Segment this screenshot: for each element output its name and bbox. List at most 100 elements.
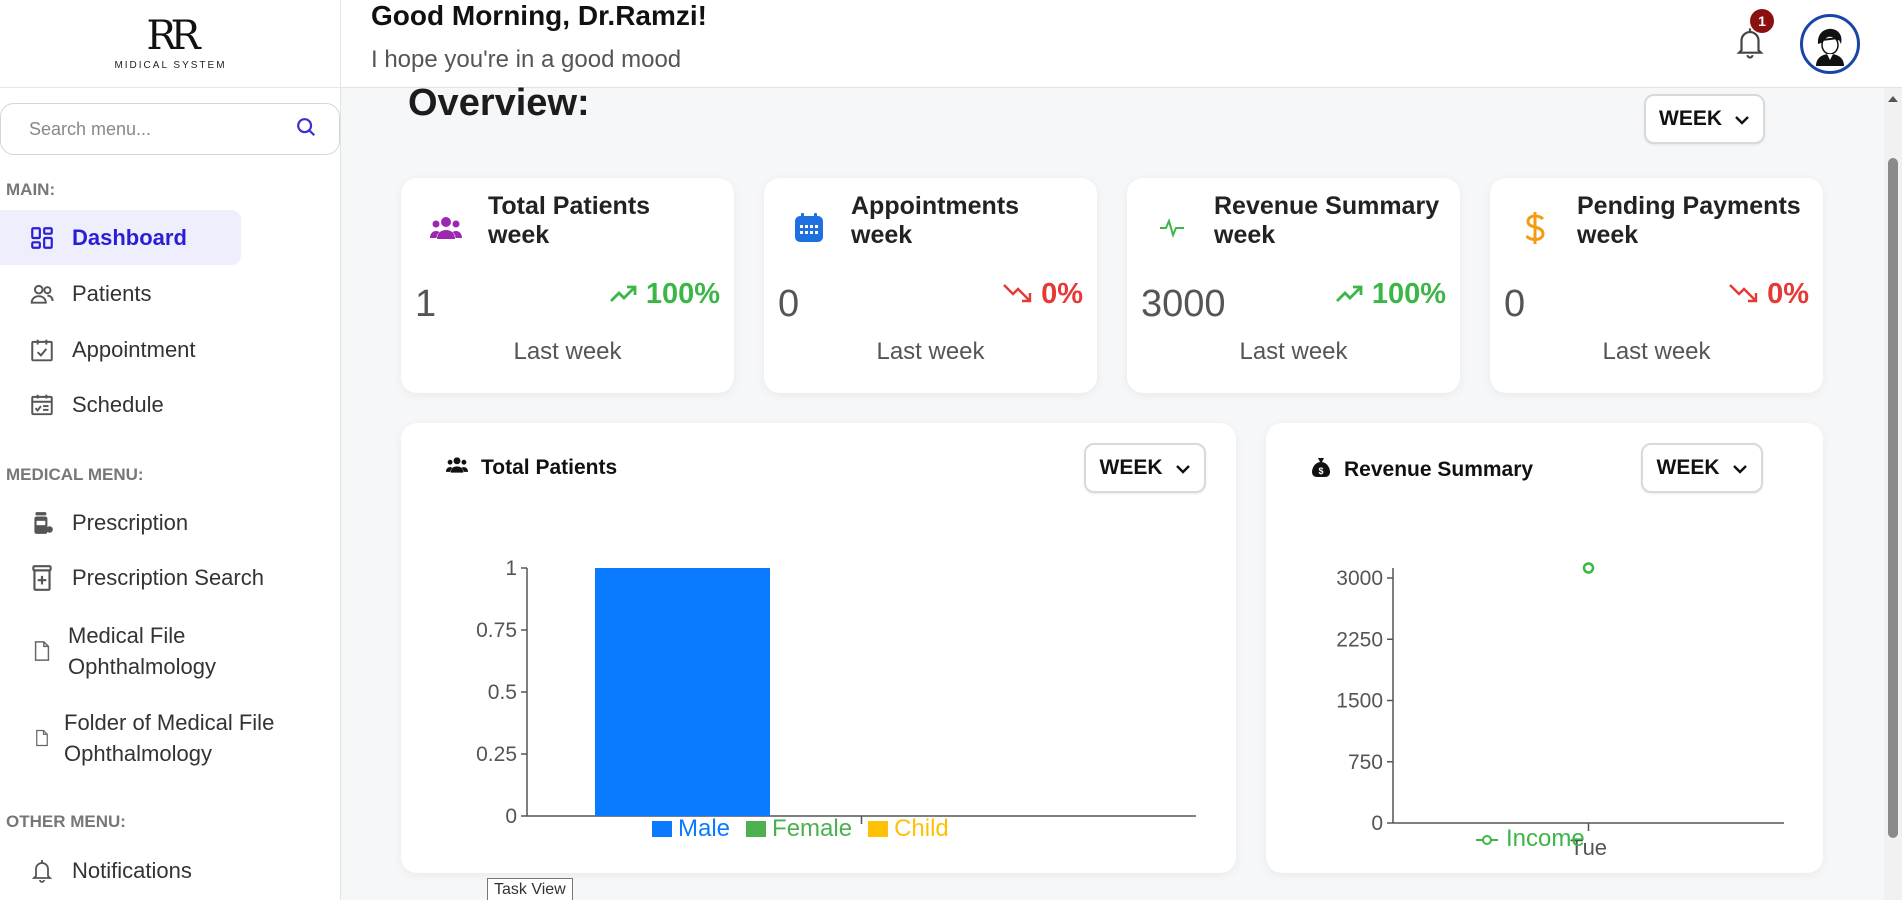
sidebar-item-label: Schedule [72, 392, 164, 417]
notification-badge: 1 [1750, 9, 1774, 33]
y-tick-label: 0 [505, 805, 517, 828]
legend-item-male[interactable]: Male [652, 815, 730, 843]
file-icon [28, 724, 56, 752]
y-tick-label: 0.5 [488, 681, 517, 704]
y-tick-label: 1500 [1336, 690, 1383, 713]
sidebar-item-label: Appointment [72, 337, 196, 362]
trend-down-icon [1729, 278, 1759, 311]
section-other-heading: OTHER MENU: [6, 812, 126, 831]
stat-card-revenue: Revenue Summary week 3000 100% Last week [1127, 178, 1460, 393]
sidebar-item-label: Prescription Search [72, 565, 264, 590]
trend-up-icon [609, 278, 638, 311]
sidebar-item-label: Patients [72, 281, 152, 306]
stat-footer: Last week [876, 338, 985, 365]
pill-bottle-icon [28, 509, 56, 537]
avatar[interactable] [1800, 14, 1860, 74]
logo-subtitle: MIDICAL SYSTEM [114, 60, 227, 71]
sidebar-item-label: Prescription [72, 510, 189, 535]
sidebar-item-label: Medical File [68, 623, 186, 648]
sidebar: RR MIDICAL SYSTEM MAIN: Dashboard Patien… [0, 0, 341, 900]
stat-footer: Last week [1602, 338, 1711, 365]
legend-label: Child [894, 815, 949, 842]
sidebar-item-folder-medical-file[interactable]: Folder of Medical File Ophthalmology [28, 707, 274, 769]
y-tick-label: 2250 [1336, 628, 1383, 651]
sidebar-item-notifications[interactable]: Notifications [28, 857, 192, 885]
trend-up-icon [1335, 278, 1364, 311]
legend-label: Male [678, 815, 731, 842]
revenue-line-chart: 0750150022503000Tue [1336, 562, 1784, 860]
stat-value: 0 [1504, 283, 1526, 325]
stat-change: 100% [609, 278, 720, 311]
revenue-chart-legend[interactable]: Income [1476, 825, 1585, 853]
sidebar-item-patients[interactable]: Patients [28, 280, 152, 308]
top-header: Good Morning, Dr.Ramzi! I hope you're in… [341, 0, 1902, 88]
revenue-summary-chart-card: $ Revenue Summary WEEK 0 750 1500 2250 3000 T… [1266, 423, 1823, 873]
y-tick-label: 3000 [1336, 567, 1383, 590]
stat-value: 1 [415, 283, 437, 325]
stat-value: 3000 [1141, 283, 1226, 325]
stat-card-appointments: Appointments week 0 0% Last week [764, 178, 1097, 393]
stat-title: Revenue Summary week [1214, 192, 1440, 249]
sidebar-item-label: Folder of Medical File [64, 710, 275, 735]
dollar-icon [1518, 211, 1552, 245]
greeting-subtitle: I hope you're in a good mood [371, 46, 682, 73]
sidebar-item-schedule[interactable]: Schedule [28, 391, 164, 419]
y-tick-label: 0 [1371, 812, 1383, 835]
stat-change-value: 0% [1767, 278, 1809, 310]
search-box [0, 103, 340, 155]
legend-label: Female [772, 815, 853, 842]
tooltip: Task View [487, 878, 573, 900]
search-input[interactable] [29, 118, 295, 140]
bell-icon [28, 857, 56, 885]
sidebar-item-medical-file[interactable]: Medical File Ophthalmology [28, 620, 216, 682]
stat-card-total-patients: Total Patients week 1 100% Last week [401, 178, 734, 393]
total-patients-chart-card: Total Patients WEEK 0 0.25 0.5 0.75 1 Male F… [401, 423, 1236, 873]
stat-change: 0% [1729, 278, 1809, 311]
page-scrollbar[interactable] [1884, 88, 1902, 900]
section-main-heading: MAIN: [6, 180, 56, 199]
sidebar-item-prescription[interactable]: Prescription [28, 509, 188, 537]
legend-label: Income [1506, 825, 1585, 852]
trend-down-icon [1003, 278, 1033, 311]
legend-item-female[interactable]: Female [746, 815, 852, 843]
legend-item-child[interactable]: Child [868, 815, 949, 843]
section-medical-heading: MEDICAL MENU: [6, 465, 144, 484]
prescription-icon [28, 564, 56, 592]
stat-change: 0% [1003, 278, 1083, 311]
stat-card-pending-payments: Pending Payments week 0 0% Last week [1490, 178, 1823, 393]
stat-footer: Last week [1239, 338, 1348, 365]
stat-title: Pending Payments week [1577, 192, 1801, 249]
logo[interactable]: RR MIDICAL SYSTEM [0, 0, 341, 88]
stat-change-value: 0% [1041, 278, 1083, 310]
y-tick-label: 0.75 [476, 619, 517, 642]
patients-bar-chart: 0 0.25 0.5 0.75 1 [476, 557, 1196, 828]
dashboard-icon [28, 224, 56, 252]
users-icon [429, 211, 463, 245]
bar-male [595, 568, 770, 816]
calendar-icon [792, 211, 826, 245]
chevron-down-icon [1734, 107, 1750, 131]
stat-change-value: 100% [1371, 278, 1446, 310]
sidebar-item-dashboard[interactable]: Dashboard [0, 210, 241, 265]
schedule-icon [28, 391, 56, 419]
stat-change: 100% [1335, 278, 1446, 311]
search-icon[interactable] [295, 116, 317, 143]
file-icon [28, 637, 56, 665]
stat-footer: Last week [513, 338, 622, 365]
y-tick-label: 0.25 [476, 743, 517, 766]
stat-title: Total Patients week [488, 192, 651, 249]
patients-chart-legend: Male Female Child [652, 815, 949, 843]
sidebar-item-label-2: Ophthalmology [68, 654, 216, 679]
scroll-thumb[interactable] [1888, 158, 1898, 838]
y-tick-label: 1 [505, 557, 517, 580]
overview-period-select[interactable]: WEEK [1644, 94, 1765, 144]
greeting-title: Good Morning, Dr.Ramzi! [371, 0, 707, 31]
users-icon [28, 280, 56, 308]
scroll-up-arrow[interactable] [1888, 96, 1898, 102]
data-point-income [1582, 562, 1595, 574]
sidebar-item-appointment[interactable]: Appointment [28, 336, 196, 364]
sidebar-item-prescription-search[interactable]: Prescription Search [28, 564, 264, 592]
period-label: WEEK [1659, 107, 1722, 130]
sidebar-item-label-2: Ophthalmology [64, 741, 212, 766]
y-tick-label: 750 [1348, 751, 1383, 774]
